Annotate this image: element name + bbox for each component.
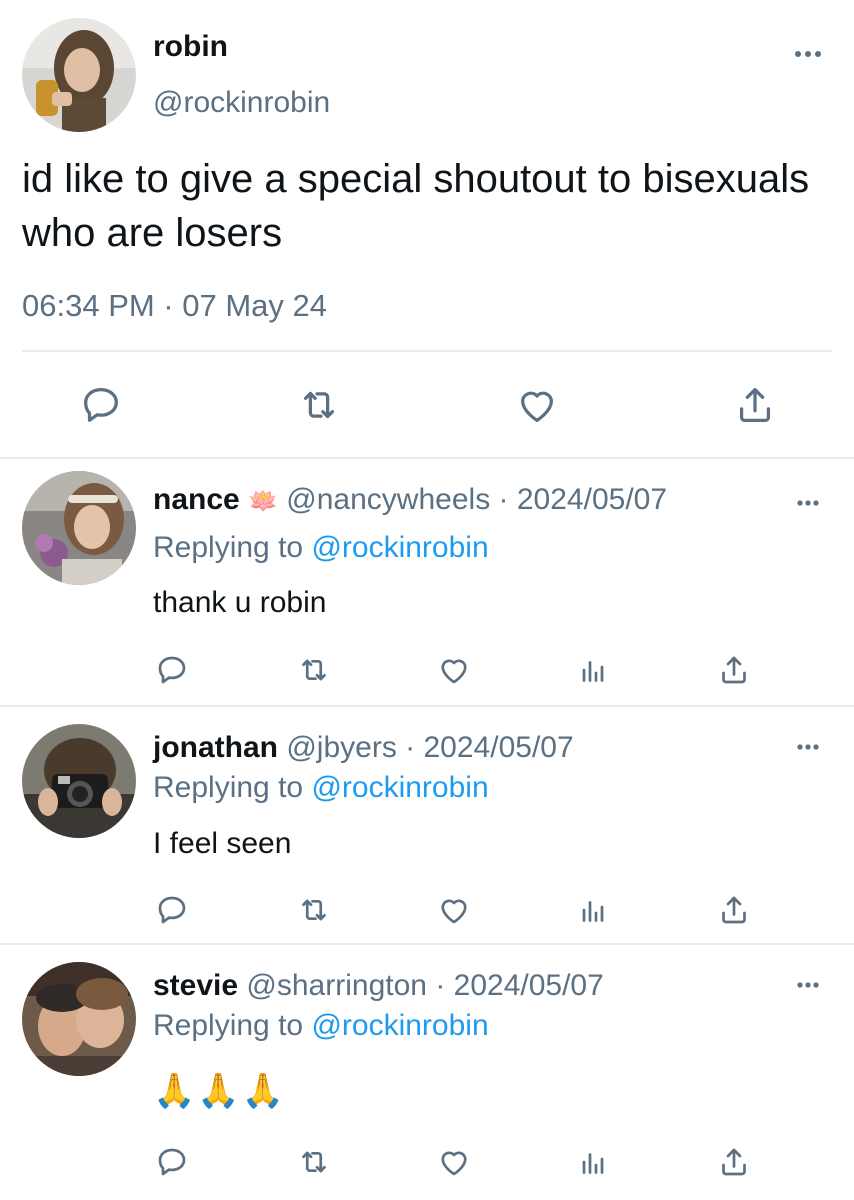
lotus-emoji-icon: 🪷 [248, 488, 278, 515]
user-name[interactable]: nance [153, 483, 240, 516]
replying-label: Replying to [153, 1009, 304, 1042]
user-handle[interactable]: @jbyers [286, 731, 396, 764]
tweet-timestamp: 06:34 PM · 07 May 24 [22, 288, 327, 323]
retweet-icon[interactable] [296, 892, 332, 928]
mention-link[interactable]: @rockinrobin [311, 1009, 488, 1042]
like-icon[interactable] [436, 892, 472, 928]
share-icon[interactable] [716, 652, 752, 688]
divider [22, 350, 832, 352]
reply-text: 🙏🙏🙏 [153, 1072, 287, 1110]
reply-icon[interactable] [154, 652, 190, 688]
retweet-icon[interactable] [296, 652, 332, 688]
user-name[interactable]: robin [153, 30, 228, 64]
like-icon[interactable] [514, 382, 560, 428]
reply-icon[interactable] [78, 382, 124, 428]
share-icon[interactable] [716, 1144, 752, 1180]
reply-text: I feel seen [153, 827, 292, 860]
replying-to: Replying to @rockinrobin [153, 1009, 489, 1043]
share-icon[interactable] [732, 382, 778, 428]
reply-date: · 2024/05/07 [498, 483, 668, 516]
more-options-icon[interactable] [790, 491, 826, 515]
more-options-icon[interactable] [790, 735, 826, 759]
avatar[interactable] [22, 724, 136, 838]
share-icon[interactable] [716, 892, 752, 928]
replying-to: Replying to @rockinrobin [153, 531, 489, 565]
user-handle[interactable]: @sharrington [246, 969, 427, 1002]
replying-label: Replying to [153, 531, 304, 564]
analytics-icon[interactable] [575, 652, 611, 688]
analytics-icon[interactable] [575, 892, 611, 928]
user-handle[interactable]: @nancywheels [286, 483, 490, 516]
mention-link[interactable]: @rockinrobin [311, 531, 488, 564]
reply-icon[interactable] [154, 892, 190, 928]
reply-icon[interactable] [154, 1144, 190, 1180]
reply-tweet: jonathan @jbyers · 2024/05/07 Replying t… [0, 707, 854, 943]
reply-date: · 2024/05/07 [435, 969, 604, 1002]
reply-tweet: nance 🪷 @nancywheels · 2024/05/07 Replyi… [0, 459, 854, 705]
user-handle[interactable]: @rockinrobin [153, 86, 330, 120]
user-name[interactable]: stevie [153, 969, 238, 1002]
main-tweet: robin @rockinrobin id like to give a spe… [0, 0, 854, 458]
reply-text: thank u robin [153, 586, 327, 619]
more-options-icon[interactable] [790, 973, 826, 997]
like-icon[interactable] [436, 652, 472, 688]
avatar[interactable] [22, 471, 136, 585]
mention-link[interactable]: @rockinrobin [311, 771, 488, 804]
replying-to: Replying to @rockinrobin [153, 771, 489, 805]
reply-header: stevie @sharrington · 2024/05/07 [153, 969, 604, 1003]
replying-label: Replying to [153, 771, 304, 804]
avatar[interactable] [22, 962, 136, 1076]
user-name[interactable]: jonathan [153, 731, 278, 764]
reply-tweet: stevie @sharrington · 2024/05/07 Replyin… [0, 945, 854, 1200]
retweet-icon[interactable] [296, 382, 342, 428]
reply-header: jonathan @jbyers · 2024/05/07 [153, 731, 574, 765]
reply-date: · 2024/05/07 [405, 731, 574, 764]
reply-header: nance 🪷 @nancywheels · 2024/05/07 [153, 483, 667, 517]
more-options-icon[interactable] [788, 40, 828, 68]
analytics-icon[interactable] [575, 1144, 611, 1180]
avatar[interactable] [22, 18, 136, 132]
like-icon[interactable] [436, 1144, 472, 1180]
retweet-icon[interactable] [296, 1144, 332, 1180]
tweet-text: id like to give a special shoutout to bi… [22, 157, 810, 255]
